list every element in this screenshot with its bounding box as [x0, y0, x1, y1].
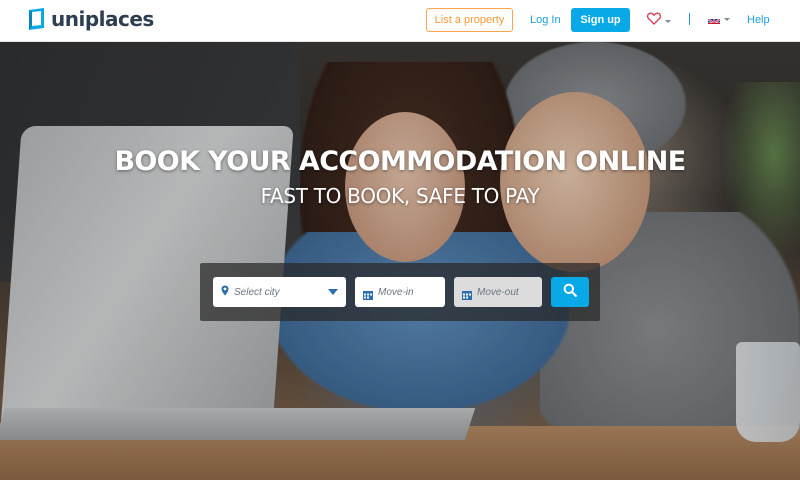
logo-mark-icon [27, 7, 47, 31]
city-select[interactable]: Select city [213, 277, 346, 307]
list-property-button[interactable]: List a property [426, 8, 513, 32]
city-placeholder: Select city [234, 286, 280, 298]
chevron-down-icon [665, 19, 671, 23]
search-icon [563, 283, 577, 302]
login-link[interactable]: Log In [530, 14, 561, 26]
uk-flag-icon [708, 15, 720, 24]
location-pin-icon [221, 283, 229, 301]
hero-title: BOOK YOUR ACCOMMODATION ONLINE [114, 146, 686, 177]
uniplaces-logo[interactable]: uniplaces [27, 7, 154, 31]
favourites-dropdown[interactable] [646, 12, 671, 30]
logo-text: uniplaces [51, 7, 154, 31]
help-link[interactable]: Help [747, 14, 770, 26]
signup-button[interactable]: Sign up [571, 8, 630, 32]
search-panel: Select city Move-in Move-out [200, 263, 600, 321]
hero-banner: BOOK YOUR ACCOMMODATION ONLINE FAST TO B… [0, 42, 800, 480]
top-navbar: uniplaces List a property Log In Sign up [0, 0, 800, 42]
search-button[interactable] [551, 277, 589, 307]
heart-icon [646, 12, 662, 30]
move-in-date-field[interactable]: Move-in [355, 277, 445, 307]
move-in-placeholder: Move-in [378, 286, 414, 298]
hero-overlay [0, 42, 800, 480]
nav-divider [689, 13, 690, 25]
move-out-placeholder: Move-out [477, 286, 519, 298]
calendar-icon [462, 287, 472, 300]
hero-subtitle: FAST TO BOOK, SAFE TO PAY [260, 184, 540, 208]
language-selector[interactable] [708, 15, 730, 24]
chevron-down-icon [328, 289, 338, 295]
calendar-icon [363, 287, 373, 300]
move-out-date-field[interactable]: Move-out [454, 277, 542, 307]
chevron-down-icon [724, 18, 730, 21]
